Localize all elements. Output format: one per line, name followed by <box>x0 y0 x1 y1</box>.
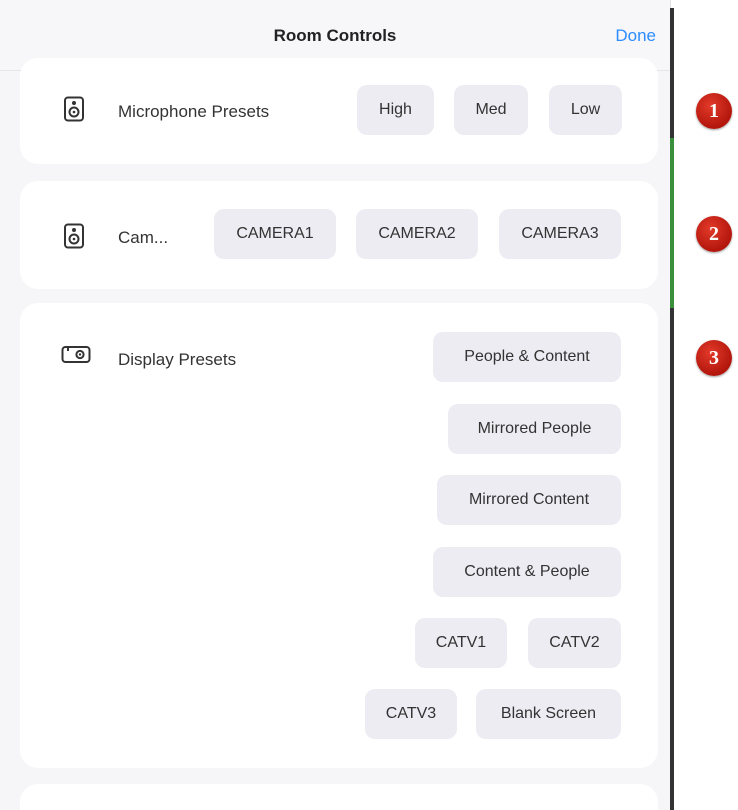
content-and-people-button[interactable]: Content & People <box>433 547 621 597</box>
people-and-content-button[interactable]: People & Content <box>433 332 621 382</box>
next-card-partial <box>20 784 658 810</box>
camera-presets-label: Cam... <box>118 228 169 247</box>
edge-highlight <box>670 138 674 308</box>
display-presets-label: Display Presets <box>118 350 237 369</box>
camera1-button[interactable]: CAMERA1 <box>214 209 336 259</box>
mirrored-people-button[interactable]: Mirrored People <box>448 404 621 454</box>
microphone-presets-label: Microphone Presets <box>118 102 270 121</box>
projector-icon <box>61 346 91 363</box>
done-button[interactable]: Done <box>615 26 656 46</box>
mic-preset-high-button[interactable]: High <box>357 85 434 135</box>
display-presets-card: Display Presets People & Content Mirrore… <box>20 303 658 768</box>
callout-badge-1: 1 <box>696 93 732 129</box>
catv1-button[interactable]: CATV1 <box>415 618 507 668</box>
window-edge <box>670 8 674 810</box>
mirrored-content-button[interactable]: Mirrored Content <box>437 475 621 525</box>
microphone-presets-card: Microphone Presets High Med Low <box>20 58 658 164</box>
catv2-button[interactable]: CATV2 <box>528 618 621 668</box>
mic-preset-low-button[interactable]: Low <box>549 85 622 135</box>
callout-badge-2: 2 <box>696 216 732 252</box>
blank-screen-button[interactable]: Blank Screen <box>476 689 621 739</box>
speaker-icon <box>64 96 84 122</box>
callout-badge-3: 3 <box>696 340 732 376</box>
camera-presets-card: Cam... CAMERA1 CAMERA2 CAMERA3 <box>20 181 658 289</box>
camera2-button[interactable]: CAMERA2 <box>356 209 478 259</box>
room-controls-panel: Room Controls Done Microphone Presets Hi… <box>0 0 671 810</box>
speaker-icon <box>64 223 84 249</box>
catv3-button[interactable]: CATV3 <box>365 689 457 739</box>
page-title: Room Controls <box>273 26 397 45</box>
camera3-button[interactable]: CAMERA3 <box>499 209 621 259</box>
mic-preset-med-button[interactable]: Med <box>454 85 528 135</box>
